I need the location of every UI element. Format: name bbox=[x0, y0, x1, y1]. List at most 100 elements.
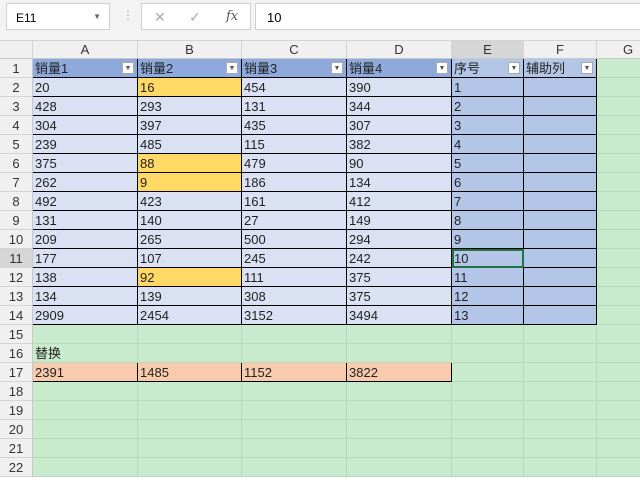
cell-E12[interactable]: 11 bbox=[452, 268, 524, 287]
cell-E18[interactable] bbox=[452, 382, 524, 401]
row-header-14[interactable]: 14 bbox=[0, 306, 33, 325]
cell-A10[interactable]: 209 bbox=[33, 230, 138, 249]
cell-D16[interactable] bbox=[347, 344, 452, 363]
row-header-10[interactable]: 10 bbox=[0, 230, 33, 249]
row-header-16[interactable]: 16 bbox=[0, 344, 33, 363]
cell-D8[interactable]: 412 bbox=[347, 192, 452, 211]
cell-B7[interactable]: 9 bbox=[138, 173, 242, 192]
cell-F3[interactable] bbox=[524, 97, 597, 116]
cell-B15[interactable] bbox=[138, 325, 242, 344]
column-header-F[interactable]: F bbox=[524, 41, 597, 59]
formula-input[interactable]: 10 bbox=[255, 3, 640, 30]
cell-E2[interactable]: 1 bbox=[452, 78, 524, 97]
cell-D18[interactable] bbox=[347, 382, 452, 401]
cell-A2[interactable]: 20 bbox=[33, 78, 138, 97]
cell-D22[interactable] bbox=[347, 458, 452, 477]
column-header-A[interactable]: A bbox=[33, 41, 138, 59]
cell-E14[interactable]: 13 bbox=[452, 306, 524, 325]
cell-F2[interactable] bbox=[524, 78, 597, 97]
cell-E9[interactable]: 8 bbox=[452, 211, 524, 230]
cell-C14[interactable]: 3152 bbox=[242, 306, 347, 325]
cell-G10[interactable] bbox=[597, 230, 640, 249]
cell-E4[interactable]: 3 bbox=[452, 116, 524, 135]
cell-D17[interactable]: 3822 bbox=[347, 363, 452, 382]
cell-C7[interactable]: 186 bbox=[242, 173, 347, 192]
column-header-E[interactable]: E bbox=[452, 41, 524, 59]
row-header-8[interactable]: 8 bbox=[0, 192, 33, 211]
cell-G6[interactable] bbox=[597, 154, 640, 173]
row-header-18[interactable]: 18 bbox=[0, 382, 33, 401]
cell-A20[interactable] bbox=[33, 420, 138, 439]
cell-F9[interactable] bbox=[524, 211, 597, 230]
column-header-B[interactable]: B bbox=[138, 41, 242, 59]
cell-F17[interactable] bbox=[524, 363, 597, 382]
cell-F22[interactable] bbox=[524, 458, 597, 477]
cell-B18[interactable] bbox=[138, 382, 242, 401]
cell-C18[interactable] bbox=[242, 382, 347, 401]
cell-F1[interactable]: 辅助列 ▼ bbox=[524, 59, 597, 78]
cell-A19[interactable] bbox=[33, 401, 138, 420]
cancel-icon[interactable]: ✕ bbox=[154, 9, 166, 26]
cell-E8[interactable]: 7 bbox=[452, 192, 524, 211]
cell-D3[interactable]: 344 bbox=[347, 97, 452, 116]
cell-B3[interactable]: 293 bbox=[138, 97, 242, 116]
cell-C13[interactable]: 308 bbox=[242, 287, 347, 306]
fx-icon[interactable]: fx bbox=[226, 9, 238, 24]
cell-G12[interactable] bbox=[597, 268, 640, 287]
cell-G2[interactable] bbox=[597, 78, 640, 97]
cell-C12[interactable]: 111 bbox=[242, 268, 347, 287]
drag-handle-icon[interactable]: ⋮ bbox=[122, 8, 134, 22]
cell-C8[interactable]: 161 bbox=[242, 192, 347, 211]
row-header-5[interactable]: 5 bbox=[0, 135, 33, 154]
cell-D19[interactable] bbox=[347, 401, 452, 420]
cell-C22[interactable] bbox=[242, 458, 347, 477]
cell-A16[interactable]: 替换 bbox=[33, 344, 138, 363]
row-header-21[interactable]: 21 bbox=[0, 439, 33, 458]
cell-E17[interactable] bbox=[452, 363, 524, 382]
cell-B21[interactable] bbox=[138, 439, 242, 458]
cell-F10[interactable] bbox=[524, 230, 597, 249]
cell-G15[interactable] bbox=[597, 325, 640, 344]
cell-C6[interactable]: 479 bbox=[242, 154, 347, 173]
cell-D10[interactable]: 294 bbox=[347, 230, 452, 249]
cell-A21[interactable] bbox=[33, 439, 138, 458]
cell-C19[interactable] bbox=[242, 401, 347, 420]
cell-A1[interactable]: 销量1 ▼ bbox=[33, 59, 138, 78]
cell-B11[interactable]: 107 bbox=[138, 249, 242, 268]
cell-E10[interactable]: 9 bbox=[452, 230, 524, 249]
cell-E20[interactable] bbox=[452, 420, 524, 439]
cell-G1[interactable] bbox=[597, 59, 640, 78]
cell-G11[interactable] bbox=[597, 249, 640, 268]
cell-F15[interactable] bbox=[524, 325, 597, 344]
cell-F5[interactable] bbox=[524, 135, 597, 154]
cell-G22[interactable] bbox=[597, 458, 640, 477]
cell-B16[interactable] bbox=[138, 344, 242, 363]
cell-C5[interactable]: 115 bbox=[242, 135, 347, 154]
cell-F16[interactable] bbox=[524, 344, 597, 363]
cell-C9[interactable]: 27 bbox=[242, 211, 347, 230]
row-header-4[interactable]: 4 bbox=[0, 116, 33, 135]
cell-A3[interactable]: 428 bbox=[33, 97, 138, 116]
cell-F8[interactable] bbox=[524, 192, 597, 211]
cell-B6[interactable]: 88 bbox=[138, 154, 242, 173]
cell-D5[interactable]: 382 bbox=[347, 135, 452, 154]
cell-G7[interactable] bbox=[597, 173, 640, 192]
cell-D1[interactable]: 销量4 ▼ bbox=[347, 59, 452, 78]
cell-A11[interactable]: 177 bbox=[33, 249, 138, 268]
cell-E7[interactable]: 6 bbox=[452, 173, 524, 192]
cell-B19[interactable] bbox=[138, 401, 242, 420]
cell-C15[interactable] bbox=[242, 325, 347, 344]
cell-E22[interactable] bbox=[452, 458, 524, 477]
row-header-7[interactable]: 7 bbox=[0, 173, 33, 192]
cell-D15[interactable] bbox=[347, 325, 452, 344]
filter-dropdown-icon[interactable]: ▼ bbox=[331, 62, 343, 74]
cell-D4[interactable]: 307 bbox=[347, 116, 452, 135]
cell-B12[interactable]: 92 bbox=[138, 268, 242, 287]
cell-E15[interactable] bbox=[452, 325, 524, 344]
cell-G13[interactable] bbox=[597, 287, 640, 306]
cell-D2[interactable]: 390 bbox=[347, 78, 452, 97]
cell-A9[interactable]: 131 bbox=[33, 211, 138, 230]
cell-F13[interactable] bbox=[524, 287, 597, 306]
cell-B20[interactable] bbox=[138, 420, 242, 439]
cell-D12[interactable]: 375 bbox=[347, 268, 452, 287]
